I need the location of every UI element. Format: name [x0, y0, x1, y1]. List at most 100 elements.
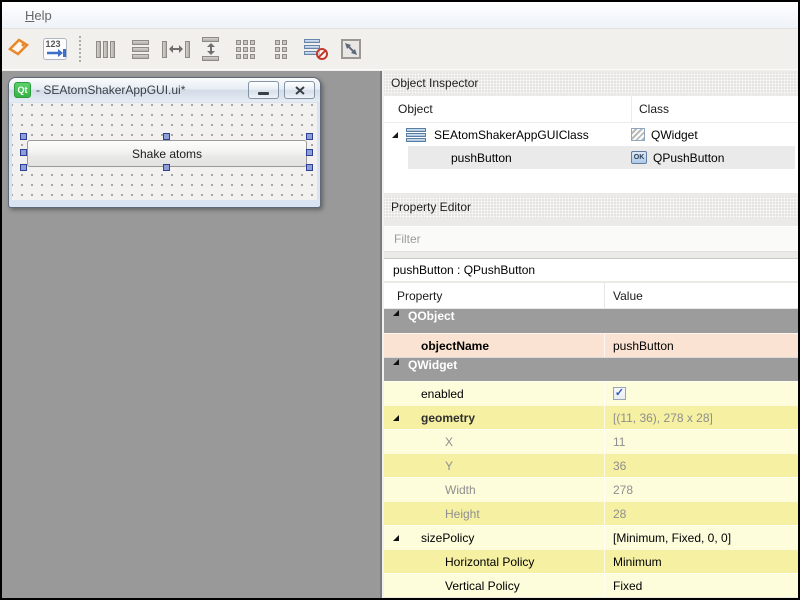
designed-push-button[interactable]: Shake atoms [27, 140, 307, 167]
menu-item-help[interactable]: Help [18, 6, 59, 25]
adjust-size-icon [341, 39, 361, 59]
minimize-icon [258, 92, 269, 95]
property-row-enabled[interactable]: enabled ✓ [384, 381, 798, 405]
property-row-width[interactable]: Width 278 [384, 477, 798, 501]
buddy-tag-icon [8, 37, 32, 62]
property-row-x[interactable]: X 11 [384, 429, 798, 453]
layout-form-icon [275, 40, 287, 59]
close-button[interactable] [284, 81, 315, 99]
object-inspector-column-headers: Object Class [384, 96, 798, 123]
property-value[interactable]: ✓ [604, 382, 798, 405]
minimize-button[interactable] [248, 81, 279, 99]
selection-handle-top-left[interactable] [20, 133, 27, 140]
form-canvas[interactable]: Shake atoms [12, 103, 317, 200]
layout-vertical-splitter-button[interactable] [196, 35, 225, 64]
property-name[interactable]: X [384, 435, 453, 449]
property-editor-header: Property Editor [384, 197, 798, 218]
property-value[interactable]: 36 [604, 454, 798, 477]
expand-triangle-icon[interactable] [392, 414, 400, 422]
filter-row [384, 226, 798, 252]
property-value[interactable]: 28 [604, 502, 798, 525]
form-window-title: - SEAtomShakerAppGUI.ui* [36, 83, 243, 97]
property-value[interactable]: Fixed [604, 574, 798, 597]
break-layout-icon [304, 38, 328, 60]
main-area: Qt - SEAtomShakerAppGUI.ui* Shake atoms [2, 71, 798, 598]
property-name[interactable]: Vertical Policy [384, 579, 520, 593]
property-name[interactable]: enabled [384, 387, 464, 401]
tab-order-arrow-icon [46, 48, 66, 58]
layout-vertical-button[interactable] [126, 35, 155, 64]
edit-buddies-button[interactable] [5, 35, 34, 64]
selection-handle-top-right[interactable] [306, 133, 313, 140]
edit-tab-order-button[interactable]: 123 [40, 35, 69, 64]
selection-handle-bottom-right[interactable] [306, 164, 313, 171]
property-name[interactable]: Width [384, 483, 476, 497]
expand-triangle-icon[interactable] [392, 534, 400, 542]
tree-row-push-button[interactable]: pushButton OK QPushButton [384, 146, 798, 169]
property-row-objectname[interactable]: objectName pushButton [384, 333, 798, 357]
qt-logo-icon: Qt [14, 82, 31, 98]
property-value[interactable]: Minimum [604, 550, 798, 573]
column-header-property: Property [384, 289, 604, 303]
adjust-size-button[interactable] [336, 35, 365, 64]
property-table-column-headers: Property Value [384, 283, 798, 309]
layout-horizontal-button[interactable] [91, 35, 120, 64]
group-name: QWidget [408, 358, 457, 381]
property-value[interactable]: 278 [604, 478, 798, 501]
property-group-qobject[interactable]: QObject [384, 309, 798, 333]
checkbox-checked-icon[interactable]: ✓ [613, 387, 626, 400]
object-inspector-header: Object Inspector [384, 73, 798, 94]
column-header-class: Class [631, 96, 798, 122]
layout-horizontal-icon [96, 41, 115, 58]
selection-handle-mid-left[interactable] [20, 149, 27, 156]
object-inspector-tree: Object Class SEAtomShakerAppGUIClass QWi… [384, 96, 798, 193]
filter-input[interactable] [384, 226, 798, 252]
mdi-background: Qt - SEAtomShakerAppGUI.ui* Shake atoms [2, 71, 382, 598]
property-value[interactable]: [Minimum, Fixed, 0, 0] [604, 526, 798, 549]
property-table: Property Value QObject objectName pushBu… [384, 283, 798, 597]
property-value[interactable]: 11 [604, 430, 798, 453]
collapse-triangle-icon[interactable] [392, 309, 400, 333]
property-row-sizepolicy[interactable]: sizePolicy [Minimum, Fixed, 0, 0] [384, 525, 798, 549]
qpushbutton-icon: OK [631, 151, 647, 164]
layout-horizontal-splitter-button[interactable] [161, 35, 190, 64]
dock-panel: Object Inspector Object Class SEAtomShak… [384, 71, 798, 598]
selection-handle-bottom-left[interactable] [20, 164, 27, 171]
collapse-triangle-icon[interactable] [392, 358, 400, 381]
property-group-qwidget[interactable]: QWidget [384, 357, 798, 381]
property-row-height[interactable]: Height 28 [384, 501, 798, 525]
tree-row-root-widget[interactable]: SEAtomShakerAppGUIClass QWidget [384, 123, 798, 146]
property-name[interactable]: objectName [384, 339, 489, 353]
menu-bar: Help [2, 2, 798, 29]
selection-handle-mid-right[interactable] [306, 149, 313, 156]
expand-triangle-icon[interactable] [391, 131, 399, 139]
property-value[interactable]: pushButton [604, 334, 798, 357]
layout-form-button[interactable] [266, 35, 295, 64]
layout-vertical-splitter-icon [202, 37, 219, 61]
form-window-titlebar[interactable]: Qt - SEAtomShakerAppGUI.ui* [9, 78, 320, 102]
property-row-horizontal-policy[interactable]: Horizontal Policy Minimum [384, 549, 798, 573]
column-header-object: Object [384, 102, 631, 116]
selection-handle-bottom-center[interactable] [163, 164, 170, 171]
selected-object-label: pushButton : QPushButton [384, 258, 798, 281]
object-name[interactable]: pushButton [451, 151, 512, 165]
property-name[interactable]: Height [384, 507, 480, 521]
property-name[interactable]: Horizontal Policy [384, 555, 534, 569]
selection-handle-top-center[interactable] [163, 133, 170, 140]
form-editor-window: Qt - SEAtomShakerAppGUI.ui* Shake atoms [8, 77, 321, 208]
property-name[interactable]: geometry [421, 411, 475, 425]
property-name[interactable]: Y [384, 459, 453, 473]
layout-grid-icon [236, 40, 255, 59]
object-name[interactable]: SEAtomShakerAppGUIClass [434, 128, 589, 142]
property-row-y[interactable]: Y 36 [384, 453, 798, 477]
property-name[interactable]: sizePolicy [421, 531, 474, 545]
property-row-vertical-policy[interactable]: Vertical Policy Fixed [384, 573, 798, 597]
property-row-geometry[interactable]: geometry [(11, 36), 278 x 28] [384, 405, 798, 429]
qwidget-icon [631, 128, 645, 141]
close-icon [295, 86, 305, 95]
layout-grid-button[interactable] [231, 35, 260, 64]
toolbar-separator [79, 36, 81, 62]
break-layout-button[interactable] [301, 35, 330, 64]
property-value[interactable]: [(11, 36), 278 x 28] [604, 406, 798, 429]
layout-vertical-icon [132, 40, 149, 59]
